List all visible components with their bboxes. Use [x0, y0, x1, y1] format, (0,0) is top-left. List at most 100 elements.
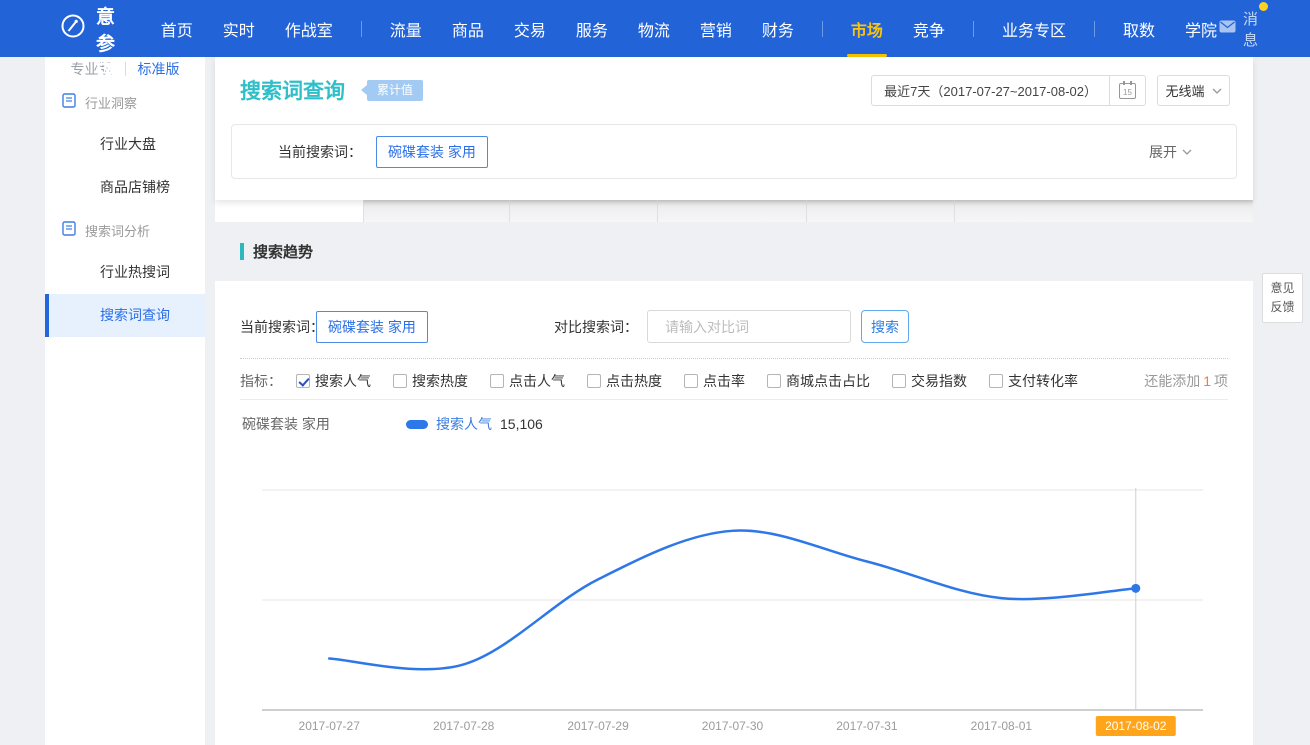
cumulative-badge: 累计值	[367, 80, 423, 101]
metric-search-popularity[interactable]: 搜索人气	[296, 371, 371, 391]
nav-menu: 首页实时作战室 流量商品交易服务物流营销财务市场竞争业务专区取数学院	[159, 0, 1219, 59]
top-navbar: 生意参谋 首页实时作战室流量商品交易服务物流营销财务市场竞争业务专区取数学院 消…	[0, 0, 1310, 57]
nav-item-finance[interactable]: 财务	[760, 0, 796, 59]
nav-item-realtime[interactable]: 实时	[221, 0, 257, 59]
nav-item-marketing[interactable]: 营销	[698, 0, 734, 59]
section-header: 搜索趋势	[240, 222, 313, 281]
metric-trade-index[interactable]: 交易指数	[892, 371, 967, 391]
expand-label: 展开	[1149, 142, 1177, 162]
nav-item-data-fetch[interactable]: 取数	[1121, 0, 1157, 59]
tab-cell-3[interactable]	[657, 200, 806, 222]
tab-cell-2[interactable]	[509, 200, 657, 222]
tab-cell-active[interactable]	[215, 200, 363, 222]
document-icon	[62, 221, 76, 239]
calendar-button[interactable]: 15	[1109, 76, 1145, 105]
dotted-separator	[240, 358, 1228, 359]
notification-dot	[1259, 2, 1268, 11]
metric-items: 搜索人气 搜索热度 点击人气 点击热度 点击率 商城点击占比 交易指数 支付转化率	[296, 371, 1100, 391]
metric-payment-conversion[interactable]: 支付转化率	[989, 371, 1078, 391]
legend-row: 碗碟套装 家用 搜索人气 15,106	[240, 412, 1228, 436]
metric-search-heat[interactable]: 搜索热度	[393, 371, 468, 391]
checkbox-unchecked[interactable]	[393, 374, 407, 388]
current-term-chip[interactable]: 碗碟套装 家用	[316, 311, 428, 343]
nav-item-trade[interactable]: 交易	[512, 0, 548, 59]
brand-logo-icon	[60, 13, 86, 44]
expand-link[interactable]: 展开	[1149, 142, 1192, 162]
terminal-select[interactable]: 无线端	[1157, 75, 1230, 106]
checkbox-checked[interactable]	[296, 374, 310, 388]
current-term-chip[interactable]: 碗碟套装 家用	[376, 136, 488, 168]
metric-label: 交易指数	[911, 371, 967, 391]
nav-item-service[interactable]: 服务	[574, 0, 610, 59]
metrics-label: 指标：	[240, 371, 282, 391]
metric-click-popularity[interactable]: 点击人气	[490, 371, 565, 391]
legend-series[interactable]: 搜索人气 15,106	[406, 412, 543, 436]
compare-input[interactable]	[665, 319, 846, 335]
sidebar-item-industry-overview[interactable]: 行业大盘	[45, 123, 205, 166]
nav-group-divider	[822, 21, 823, 37]
checkbox-unchecked[interactable]	[587, 374, 601, 388]
tab-cell-5[interactable]	[954, 200, 1253, 222]
metric-label: 点击人气	[509, 371, 565, 391]
version-tab-standard[interactable]: 标准版	[138, 59, 180, 79]
section-accent-bar	[240, 243, 244, 260]
legend-metric-name: 搜索人气	[436, 414, 492, 434]
calendar-icon: 15	[1119, 83, 1136, 99]
x-axis-label: 2017-07-31	[836, 719, 898, 733]
trend-filter-row: 当前搜索词： 碗碟套装 家用 对比搜索词： 搜索	[215, 310, 1253, 344]
metric-label: 支付转化率	[1008, 371, 1078, 391]
checkbox-unchecked[interactable]	[767, 374, 781, 388]
date-range-picker[interactable]: 最近7天（2017-07-27~2017-08-02） 15	[871, 75, 1146, 106]
tab-strip	[215, 200, 1253, 222]
x-axis-label: 2017-07-30	[702, 719, 764, 733]
feedback-line1: 意见	[1263, 279, 1302, 298]
sidebar-item-product-shop-rank[interactable]: 商品店铺榜	[45, 166, 205, 209]
x-axis-label: 2017-08-02	[1105, 719, 1167, 733]
query-header-card: 搜索词查询 累计值 最近7天（2017-07-27~2017-08-02） 15…	[215, 57, 1253, 200]
nav-item-academy[interactable]: 学院	[1183, 0, 1219, 59]
feedback-line2: 反馈	[1263, 298, 1302, 317]
envelope-icon	[1219, 20, 1236, 37]
nav-item-market[interactable]: 市场	[849, 0, 885, 59]
nav-item-competition[interactable]: 竞争	[911, 0, 947, 59]
trend-line-chart[interactable]: 2017-07-272017-07-282017-07-292017-07-30…	[247, 460, 1253, 745]
metric-label: 搜索热度	[412, 371, 468, 391]
sidebar-item-search-word-query[interactable]: 搜索词查询	[45, 294, 205, 337]
checkbox-unchecked[interactable]	[490, 374, 504, 388]
checkbox-unchecked[interactable]	[989, 374, 1003, 388]
metric-mall-click-ratio[interactable]: 商城点击占比	[767, 371, 870, 391]
checkbox-unchecked[interactable]	[892, 374, 906, 388]
nav-group-divider	[361, 21, 362, 37]
feedback-button[interactable]: 意见 反馈	[1262, 273, 1303, 323]
search-button[interactable]: 搜索	[861, 310, 909, 343]
current-term-filter: 当前搜索词： 碗碟套装 家用 展开	[231, 124, 1237, 179]
date-range-text: 最近7天（2017-07-27~2017-08-02）	[872, 81, 1109, 100]
nav-item-war-room[interactable]: 作战室	[283, 0, 335, 59]
metric-click-rate[interactable]: 点击率	[684, 371, 745, 391]
checkbox-unchecked[interactable]	[684, 374, 698, 388]
nav-group-divider	[1094, 21, 1095, 37]
nav-item-product[interactable]: 商品	[450, 0, 486, 59]
chevron-down-icon	[1212, 88, 1222, 94]
metric-label: 点击热度	[606, 371, 662, 391]
metric-label: 搜索人气	[315, 371, 371, 391]
legend-marker	[406, 420, 428, 429]
tab-cell-4[interactable]	[806, 200, 954, 222]
nav-item-business-zone[interactable]: 业务专区	[1000, 0, 1068, 59]
nav-item-home[interactable]: 首页	[159, 0, 195, 59]
nav-message-label: 消息	[1243, 8, 1258, 50]
metric-label: 商城点击占比	[786, 371, 870, 391]
sidebar-item-industry-hot-words[interactable]: 行业热搜词	[45, 251, 205, 294]
x-axis-label: 2017-08-01	[971, 719, 1033, 733]
nav-item-logistics[interactable]: 物流	[636, 0, 672, 59]
metric-click-heat[interactable]: 点击热度	[587, 371, 662, 391]
nav-item-traffic[interactable]: 流量	[388, 0, 424, 59]
sidebar-section-search-word-analysis: 搜索词分析	[45, 209, 205, 251]
metric-label: 点击率	[703, 371, 745, 391]
end-point-dot	[1131, 584, 1140, 593]
tab-cell-1[interactable]	[363, 200, 509, 222]
nav-message[interactable]: 消息	[1219, 8, 1258, 50]
brand[interactable]: 生意参谋	[60, 0, 121, 83]
add-more-hint: 还能添加1项	[1144, 371, 1228, 391]
current-term-label: 当前搜索词：	[240, 310, 324, 344]
